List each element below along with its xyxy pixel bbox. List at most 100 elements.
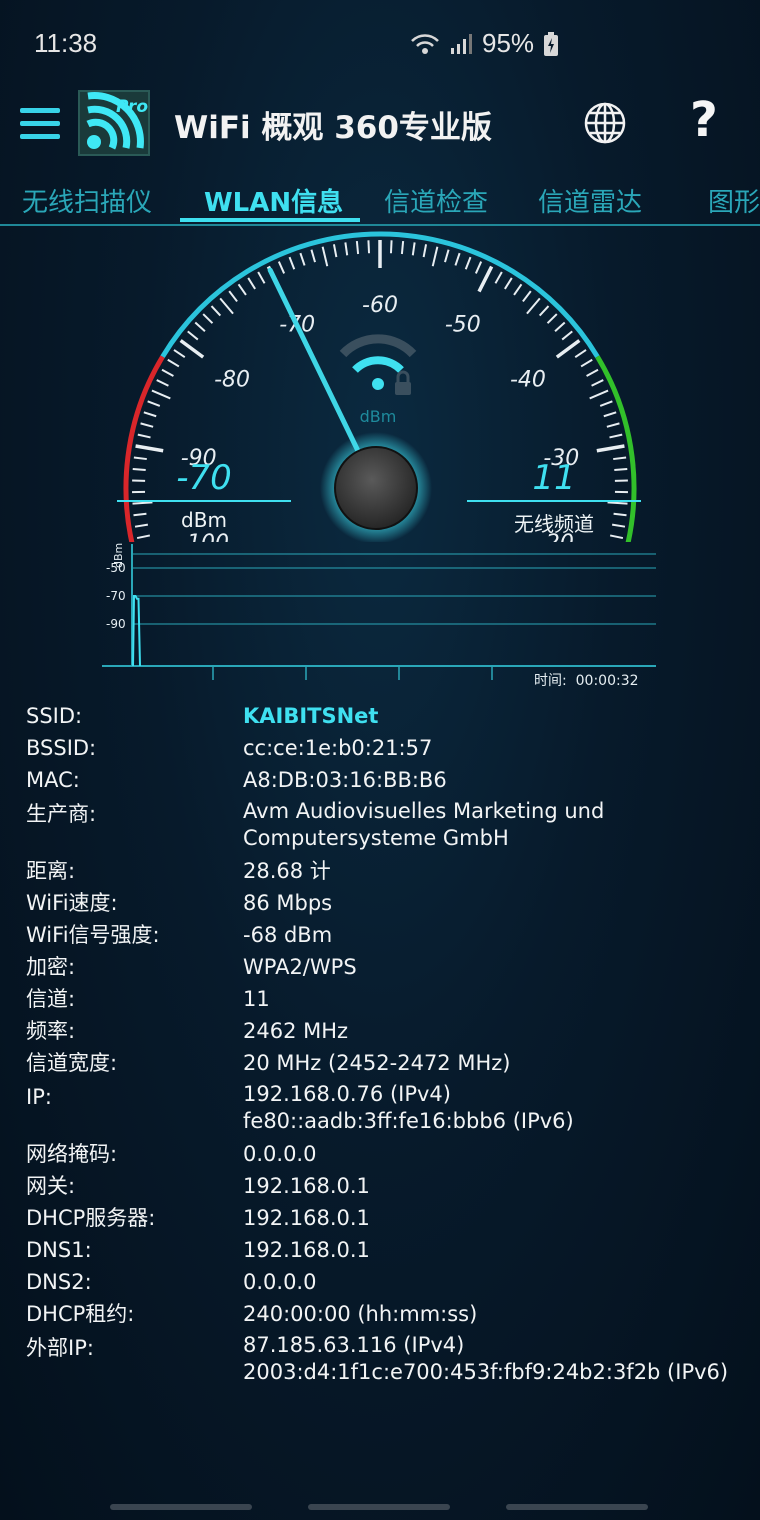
- info-value-line: cc:ce:1e:b0:21:57: [243, 736, 433, 760]
- tab-bar: 无线扫描仪 WLAN信息 信道检查 信道雷达 图形: [0, 172, 760, 226]
- gauge-tick: [140, 422, 154, 428]
- gauge-tick: [332, 244, 338, 258]
- gauge-tick: [143, 411, 157, 418]
- gauge-tick: [277, 261, 286, 274]
- graph-y-tick-label: -90: [106, 617, 126, 631]
- cell-signal-icon: [451, 33, 472, 54]
- gauge-tick: [210, 305, 222, 317]
- info-label: DHCP租约:: [26, 1302, 135, 1326]
- info-label: 网络掩码:: [26, 1142, 118, 1166]
- info-label: 信道宽度:: [26, 1051, 118, 1075]
- gauge-tick: [187, 330, 199, 341]
- info-value-line: 28.68 计: [243, 859, 331, 883]
- help-button[interactable]: ?: [690, 92, 718, 148]
- info-row: 生产商: Avm Audiovisuelles Marketing und Comp…: [26, 796, 746, 855]
- info-row: DNS1: 192.168.0.1: [26, 1234, 746, 1266]
- info-value: A8:DB:03:16:BB:B6: [243, 764, 746, 796]
- info-label: WiFi速度:: [26, 891, 118, 915]
- signal-readout: -70 dBm: [117, 458, 291, 532]
- tab-channel-radar[interactable]: 信道雷达: [538, 182, 642, 219]
- info-value-line: 87.185.63.116 (IPv4): [243, 1333, 465, 1357]
- battery-charging-icon: [544, 31, 559, 56]
- gauge-tick: [554, 321, 566, 332]
- gauge-tick: [431, 246, 439, 267]
- gauge-tick: [546, 313, 558, 324]
- gauge-tick: [389, 240, 393, 254]
- info-value-line: 20 MHz (2452-2472 MHz): [243, 1051, 511, 1075]
- gauge-tick-label: -50: [445, 313, 481, 338]
- app-logo: Pro: [78, 90, 150, 156]
- gauge-tick: [411, 242, 416, 256]
- channel-value: 11: [532, 458, 576, 498]
- info-value-line: 192.168.0.1: [243, 1238, 370, 1262]
- info-value-line: 192.168.0.1: [243, 1174, 370, 1198]
- tab-graph[interactable]: 图形: [708, 182, 760, 219]
- info-value: 20 MHz (2452-2472 MHz): [243, 1047, 746, 1079]
- tab-channel-check[interactable]: 信道检查: [384, 182, 488, 219]
- gauge-tick: [522, 290, 532, 303]
- tab-wlan-info[interactable]: WLAN信息: [204, 182, 343, 219]
- info-row: WiFi速度: 86 Mbps: [26, 887, 746, 919]
- nav-back-button[interactable]: [506, 1504, 648, 1510]
- info-value-line: KAIBITSNet: [243, 704, 379, 728]
- gauge-tick: [422, 244, 428, 258]
- app-bar: Pro WiFi 概观 360专业版 ?: [0, 88, 760, 172]
- gauge-tick: [504, 277, 513, 290]
- language-button[interactable]: [582, 100, 628, 146]
- info-row: 频率: 2462 MHz: [26, 1015, 746, 1047]
- gauge-tick: [367, 240, 371, 254]
- gauge-knob: [334, 446, 418, 530]
- gauge-tick: [228, 290, 238, 303]
- info-value: cc:ce:1e:b0:21:57: [243, 732, 746, 764]
- info-label: 频率:: [26, 1019, 76, 1043]
- graph-x-ticks: [212, 666, 493, 680]
- info-row: 外部IP: 87.185.63.116 (IPv4) 2003:d4:1f1c:e7…: [26, 1330, 746, 1389]
- info-row: BSSID: cc:ce:1e:b0:21:57: [26, 732, 746, 764]
- graph-grid: -50 -70 -90: [106, 553, 656, 631]
- gauge-tick: [156, 379, 169, 387]
- wifi-status-icon: [411, 33, 439, 54]
- signal-history-graph: dBm -50 -70 -90 时间: 00:00:32: [100, 540, 660, 689]
- info-value-line: 2003:d4:1f1c:e700:453f:fbf9:24b2:3f2b (I…: [243, 1360, 729, 1384]
- signal-value: -70: [176, 458, 232, 498]
- gauge-tick: [444, 249, 450, 263]
- gauge-tick: [194, 321, 206, 332]
- menu-icon: [20, 108, 60, 113]
- info-value: 240:00:00 (hh:mm:ss): [243, 1298, 746, 1330]
- gauge-tick: [355, 240, 360, 255]
- info-value: 192.168.0.1: [243, 1170, 746, 1202]
- active-tab-indicator: [180, 218, 360, 222]
- gauge-tick: [477, 265, 494, 293]
- nav-recents-button[interactable]: [110, 1504, 252, 1510]
- info-row: SSID: KAIBITSNet: [26, 700, 746, 732]
- menu-icon-bar: [20, 121, 60, 126]
- elapsed-time-value: 00:00:32: [575, 673, 639, 689]
- gauge-tick: [454, 252, 461, 266]
- info-row: 信道: 11: [26, 983, 746, 1015]
- gauge-tick: [474, 261, 483, 274]
- info-label: DNS1:: [26, 1238, 92, 1262]
- nav-home-button[interactable]: [308, 1504, 450, 1510]
- info-value-line: 192.168.0.1: [243, 1206, 370, 1230]
- graph-y-tick-label: -50: [106, 561, 126, 575]
- info-value-line: Avm Audiovisuelles Marketing und: [243, 799, 605, 823]
- status-icons: 95%: [410, 28, 559, 59]
- battery-percent: 95%: [482, 28, 535, 58]
- gauge-tick: [599, 400, 613, 407]
- info-value-line: 0.0.0.0: [243, 1270, 317, 1294]
- info-label: DNS2:: [26, 1270, 92, 1294]
- gauge-tick: [464, 256, 472, 270]
- info-row: IP: 192.168.0.76 (IPv4) fe80::aadb:3ff:fe1…: [26, 1079, 746, 1138]
- logo-badge: Pro: [116, 97, 148, 117]
- wlan-info-list: SSID: KAIBITSNet BSSID: cc:ce:1e:b0:21:57 MA…: [26, 700, 746, 1389]
- info-row: DNS2: 0.0.0.0: [26, 1266, 746, 1298]
- info-label: 生产商:: [26, 802, 97, 826]
- signal-history-line: [132, 595, 141, 667]
- signal-underline: [117, 500, 291, 502]
- tab-wireless-scanner[interactable]: 无线扫描仪: [22, 182, 152, 219]
- info-label: MAC:: [26, 768, 80, 792]
- gauge-tick: [161, 368, 174, 377]
- gauge-tick: [173, 349, 186, 359]
- menu-button[interactable]: [20, 108, 60, 140]
- gauge-tick: [596, 444, 625, 453]
